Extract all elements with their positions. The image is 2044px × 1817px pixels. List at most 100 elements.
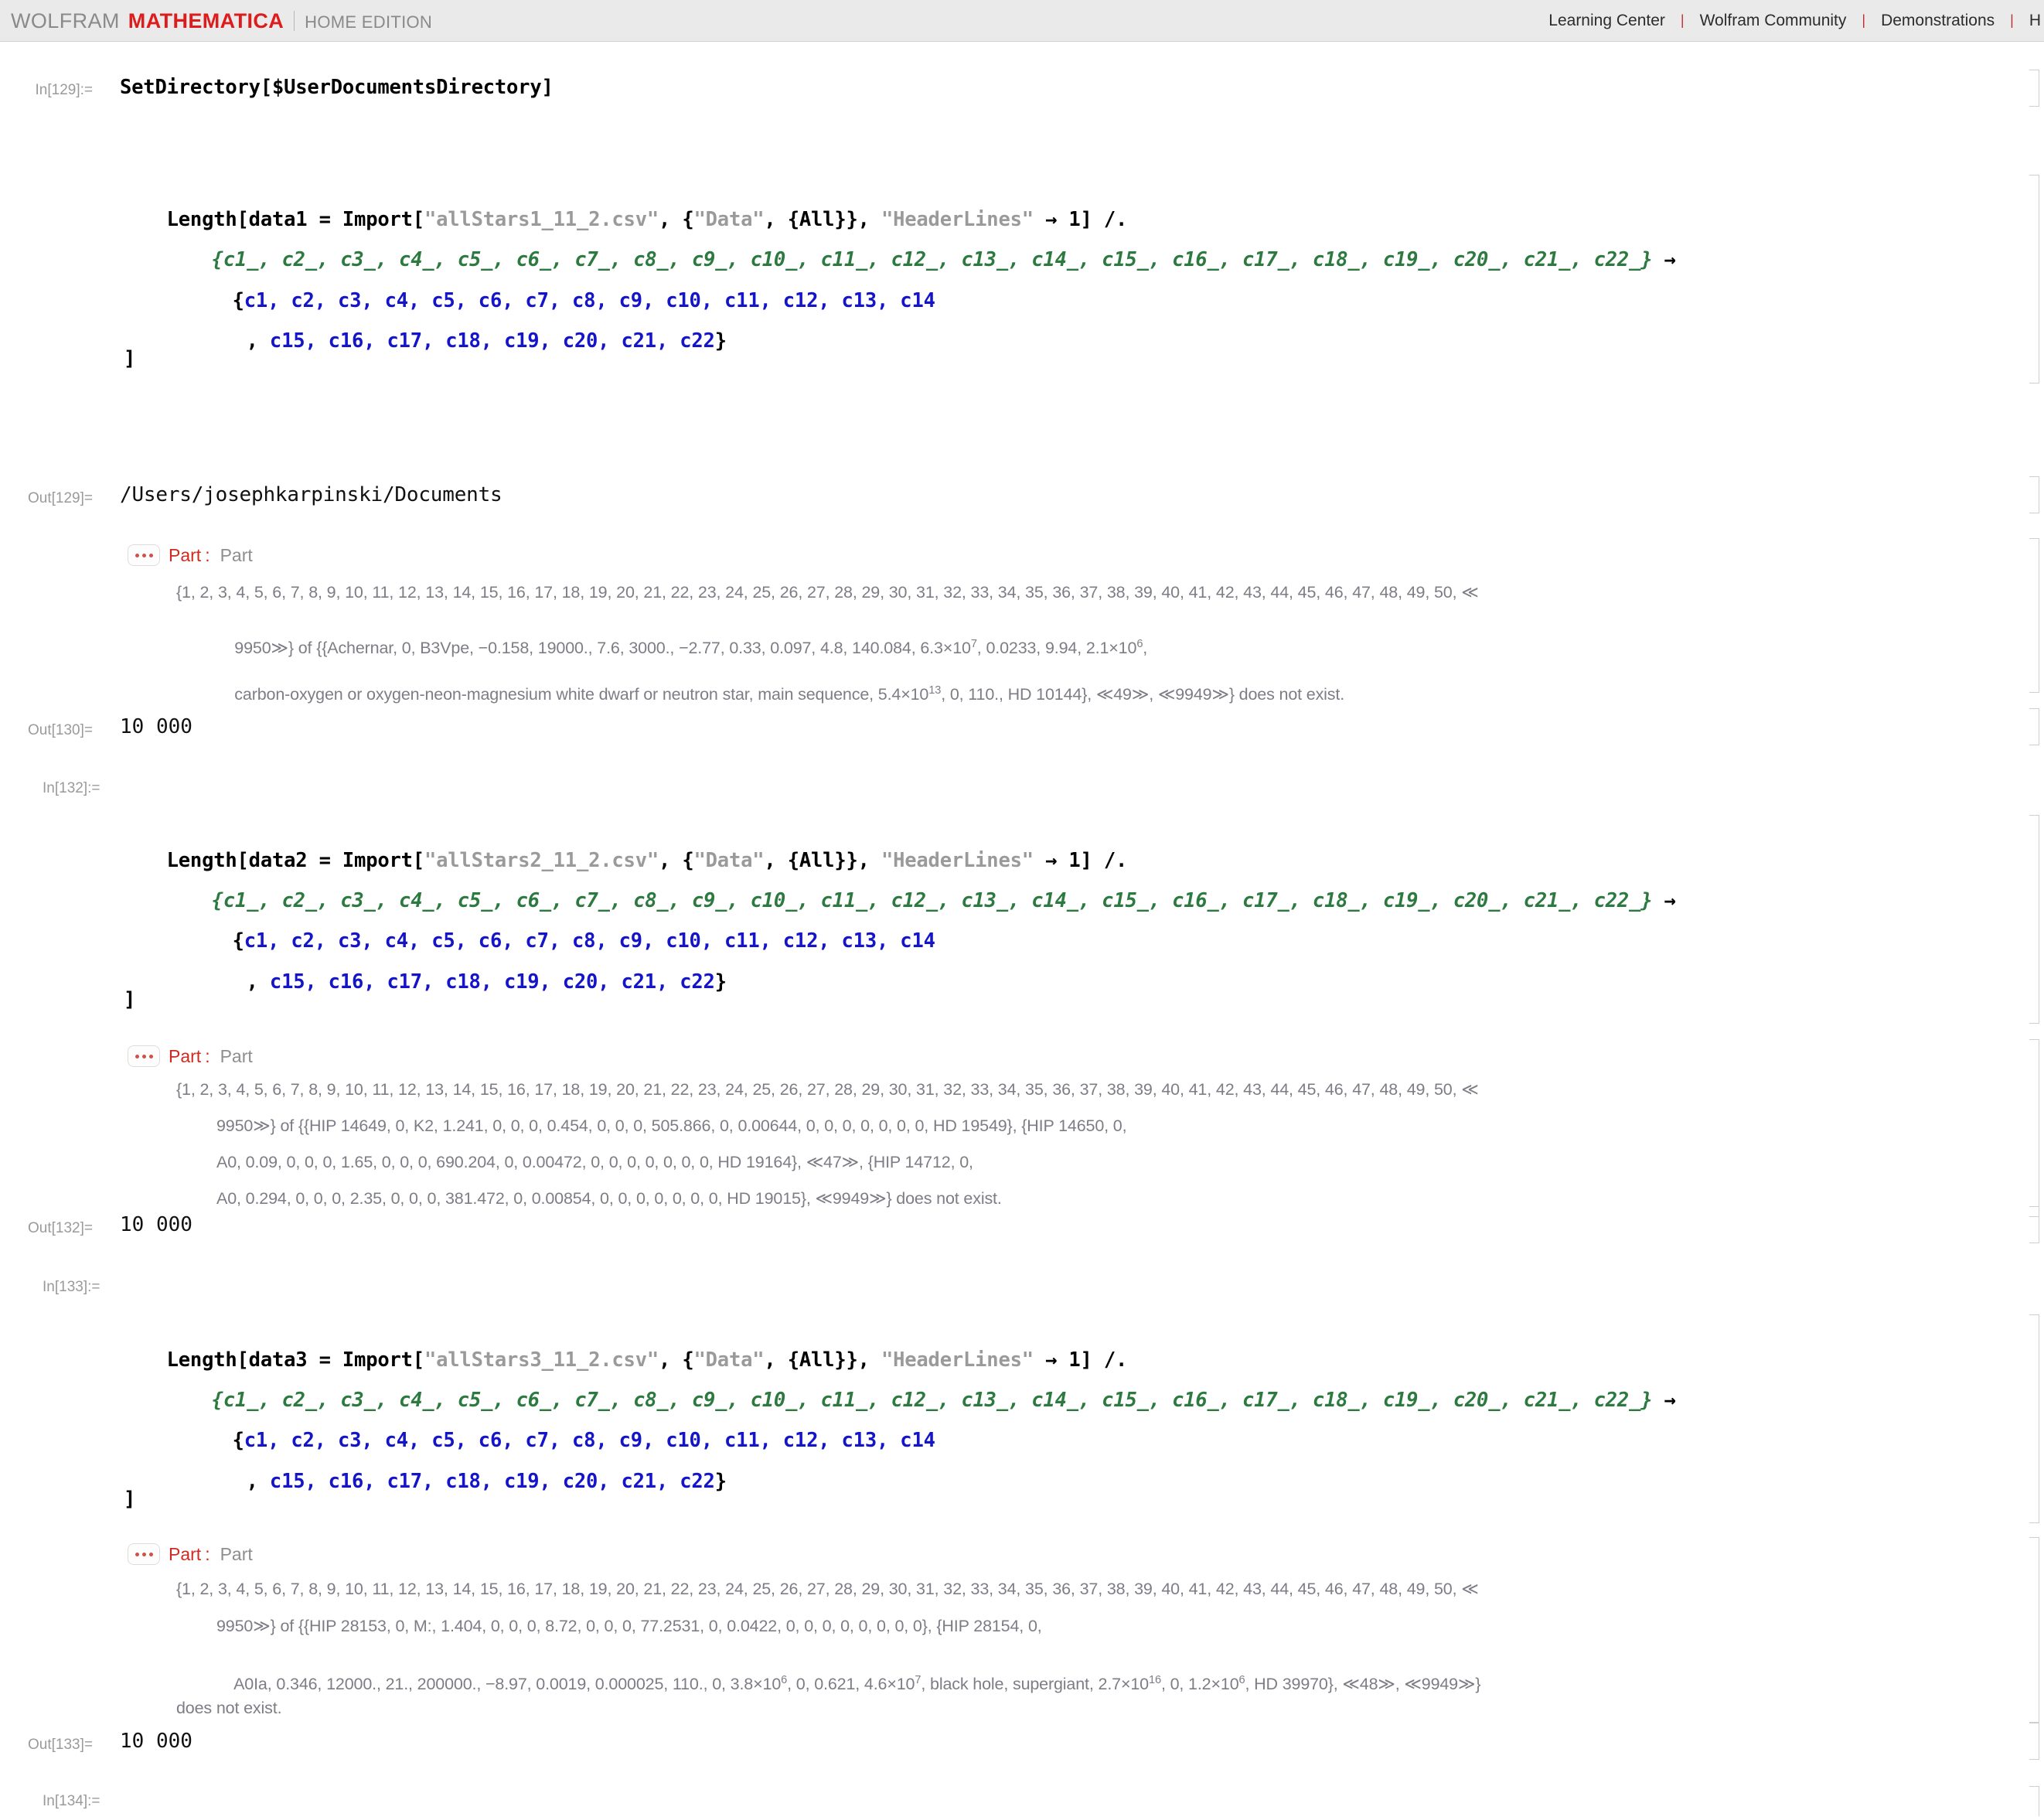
message-header-part-3: Part: Part <box>128 1543 253 1565</box>
output-value-10000-c: 10 000 <box>120 1730 192 1753</box>
message-body-part-3-line3: A0Ia, 0.346, 12000., 21., 200000., −8.97… <box>216 1659 1480 1710</box>
cell-label-out-129: Out[129]= <box>28 490 93 506</box>
cell-bracket-message-1[interactable] <box>2022 538 2039 693</box>
msg-text: A0Ia, 0.346, 12000., 21., 200000., −8.97… <box>233 1674 782 1693</box>
input-code-data3-line4[interactable]: , c15, c16, c17, c18, c19, c20, c21, c22… <box>199 1447 727 1516</box>
message-body-part-2-line3: A0, 0.09, 0, 0, 0, 1.65, 0, 0, 0, 690.20… <box>216 1153 973 1171</box>
code-symbol-list-2: c15, c16, c17, c18, c19, c20, c21, c22 <box>269 329 715 353</box>
cell-label-out-130: Out[130]= <box>28 722 93 738</box>
wolfram-mathematica-logo: WOLFRAM MATHEMATICA HOME EDITION <box>11 8 432 33</box>
code-symbol-list-2: c15, c16, c17, c18, c19, c20, c21, c22 <box>269 1470 715 1493</box>
msg-exponent: 6 <box>781 1673 788 1686</box>
input-code-setdirectory[interactable]: SetDirectory[$UserDocumentsDirectory] <box>120 76 554 99</box>
message-body-part-1-line2: 9950≫} of {{Achernar, 0, B3Vpe, −0.158, … <box>216 623 1147 673</box>
cell-bracket-in-134[interactable] <box>2022 1786 2039 1816</box>
brand-edition-text: HOME EDITION <box>305 12 433 32</box>
cell-label-in-134: In[134]:= <box>43 1793 100 1809</box>
cell-label-in-132: In[132]:= <box>43 780 100 796</box>
link-help[interactable]: H <box>2026 12 2044 30</box>
message-header-part-1: Part: Part <box>128 544 253 566</box>
toolbar-links: Learning Center | Wolfram Community | De… <box>1545 12 2044 30</box>
msg-text: , black hole, supergiant, 2.7×10 <box>921 1674 1149 1693</box>
code-text: → <box>1652 248 1676 271</box>
link-separator-3: | <box>2010 12 2014 28</box>
msg-text: , 0.0233, 9.94, 2.1×10 <box>976 638 1137 657</box>
msg-text: does not exist. <box>1234 684 1345 704</box>
code-text: } <box>714 329 727 353</box>
msg-text: , 0, 110., HD 10144}, ≪49≫, ≪9949≫} <box>941 684 1235 704</box>
output-value-10000-b: 10 000 <box>120 1213 192 1236</box>
message-body-part-2-line2: 9950≫} of {{HIP 14649, 0, K2, 1.241, 0, … <box>216 1116 1127 1135</box>
code-text: , <box>246 329 270 353</box>
msg-text: , 0, 1.2×10 <box>1160 1674 1239 1693</box>
message-body-part-1-line3: carbon-oxygen or oxygen-neon-magnesium w… <box>216 670 1344 720</box>
cell-bracket-in-130[interactable] <box>2022 175 2039 384</box>
output-value-10000-a: 10 000 <box>120 715 192 738</box>
link-separator-2: | <box>1862 12 1866 28</box>
message-body-part-2-line1: {1, 2, 3, 4, 5, 6, 7, 8, 9, 10, 11, 12, … <box>176 1080 1479 1099</box>
input-code-data2-line4[interactable]: , c15, c16, c17, c18, c19, c20, c21, c22… <box>199 947 727 1017</box>
cell-bracket-out-130[interactable] <box>2022 708 2039 745</box>
message-tag: Part <box>220 1045 253 1066</box>
message-tag: Part <box>220 1543 253 1564</box>
message-colon: : <box>205 544 210 565</box>
cell-bracket-in-133[interactable] <box>2022 1314 2039 1523</box>
cell-label-in-133: In[133]:= <box>43 1279 100 1295</box>
message-colon: : <box>205 1543 210 1564</box>
app-toolbar: WOLFRAM MATHEMATICA HOME EDITION Learnin… <box>0 0 2044 42</box>
notebook-canvas[interactable]: In[129]:= SetDirectory[$UserDocumentsDir… <box>0 42 2044 1816</box>
msg-text: {{Achernar, 0, B3Vpe, −0.158, 19000., 7.… <box>316 638 971 657</box>
cell-label-out-133: Out[133]= <box>28 1737 93 1753</box>
link-separator-1: | <box>1680 12 1685 28</box>
message-body-part-3-line4: does not exist. <box>176 1699 282 1717</box>
message-body-part-3-line1: {1, 2, 3, 4, 5, 6, 7, 8, 9, 10, 11, 12, … <box>176 1580 1479 1598</box>
link-learning-center[interactable]: Learning Center <box>1545 12 1668 30</box>
link-wolfram-community[interactable]: Wolfram Community <box>1697 12 1850 30</box>
code-text: , <box>246 1470 270 1493</box>
code-text: → <box>1652 889 1676 912</box>
msg-exponent: 16 <box>1148 1673 1161 1686</box>
input-code-data2-line5[interactable]: ] <box>124 988 135 1011</box>
message-colon: : <box>205 1045 210 1066</box>
brand-mathematica-text: MATHEMATICA <box>128 9 284 32</box>
cell-bracket-out-133[interactable] <box>2022 1723 2039 1760</box>
message-body-part-3-line2: 9950≫} of {{HIP 28153, 0, M:, 1.404, 0, … <box>216 1617 1042 1635</box>
code-symbol-list-2: c15, c16, c17, c18, c19, c20, c21, c22 <box>269 970 715 994</box>
input-code-data1-line5[interactable]: ] <box>124 347 135 370</box>
message-body-part-2-line4: A0, 0.294, 0, 0, 0, 2.35, 0, 0, 0, 381.4… <box>216 1189 1002 1208</box>
link-demonstrations[interactable]: Demonstrations <box>1878 12 1998 30</box>
message-name: Part <box>169 1543 202 1564</box>
message-name: Part <box>169 544 202 565</box>
cell-bracket-out-129[interactable] <box>2022 476 2039 513</box>
msg-text: , 0, 0.621, 4.6×10 <box>787 1674 915 1693</box>
ellipsis-icon[interactable] <box>128 544 160 566</box>
ellipsis-icon[interactable] <box>128 1543 160 1565</box>
msg-text: , <box>1143 638 1148 657</box>
cell-bracket-in-129[interactable] <box>2022 70 2039 107</box>
output-directory-path: /Users/josephkarpinski/Documents <box>120 483 502 506</box>
code-text: → <box>1652 1389 1676 1412</box>
code-text: } <box>714 970 727 994</box>
cell-bracket-message-2[interactable] <box>2022 1039 2039 1217</box>
msg-text: carbon-oxygen or oxygen-neon-magnesium w… <box>234 684 929 704</box>
msg-text: , HD 39970}, ≪48≫, ≪9949≫} <box>1245 1674 1481 1693</box>
code-text: } <box>714 1470 727 1493</box>
ellipsis-icon[interactable] <box>128 1045 160 1067</box>
code-text: , <box>246 970 270 994</box>
input-code-data3-line5[interactable]: ] <box>124 1488 135 1511</box>
cell-bracket-message-3[interactable] <box>2022 1537 2039 1723</box>
cell-label-in-129: In[129]:= <box>35 82 93 98</box>
msg-exponent: 13 <box>928 684 942 697</box>
msg-exponent: 7 <box>970 637 977 650</box>
message-tag: Part <box>220 544 253 565</box>
message-name: Part <box>169 1045 202 1066</box>
cell-bracket-in-132[interactable] <box>2022 815 2039 1024</box>
msg-text: 9950≫} of <box>234 638 317 657</box>
cell-label-out-132: Out[132]= <box>28 1220 93 1236</box>
brand-wolfram-text: WOLFRAM <box>11 9 120 32</box>
brand-divider <box>294 11 295 31</box>
input-code-data1-line4[interactable]: , c15, c16, c17, c18, c19, c20, c21, c22… <box>199 306 727 376</box>
message-body-part-1-line1: {1, 2, 3, 4, 5, 6, 7, 8, 9, 10, 11, 12, … <box>176 583 1479 602</box>
message-header-part-2: Part: Part <box>128 1045 253 1067</box>
cell-bracket-out-132[interactable] <box>2022 1206 2039 1243</box>
